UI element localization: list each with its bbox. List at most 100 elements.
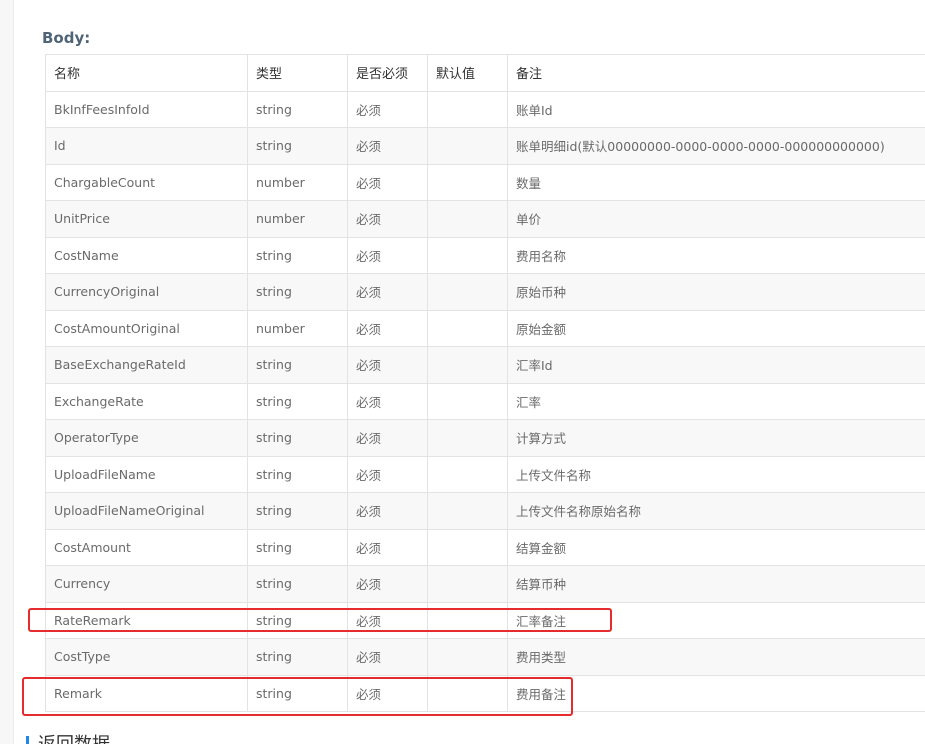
- cell-name: ExchangeRate: [45, 382, 248, 420]
- cell-type: string: [247, 236, 348, 274]
- response-section-title: 返回数据: [38, 734, 110, 744]
- cell-remark: 结算金额: [507, 528, 925, 566]
- cell-type: string: [247, 565, 348, 603]
- table-row: UnitPrice number 必须 单价: [45, 200, 925, 238]
- cell-required: 必须: [347, 528, 428, 566]
- cell-default: [427, 419, 508, 457]
- cell-type: number: [247, 163, 348, 201]
- table-row: UploadFileName string 必须 上传文件名称: [45, 455, 925, 493]
- cell-default: [427, 492, 508, 530]
- cell-name: CostType: [45, 638, 248, 676]
- table-row: CostType string 必须 费用类型: [45, 638, 925, 676]
- table-row: OperatorType string 必须 计算方式: [45, 419, 925, 457]
- cell-name: CostAmount: [45, 528, 248, 566]
- cell-remark: 原始金额: [507, 309, 925, 347]
- cell-remark: 费用备注: [507, 674, 925, 712]
- cell-default: [427, 163, 508, 201]
- header-remark: 备注: [507, 54, 925, 92]
- cell-remark: 数量: [507, 163, 925, 201]
- table-row: CostAmount string 必须 结算金额: [45, 528, 925, 566]
- cell-name: Currency: [45, 565, 248, 603]
- cell-default: [427, 601, 508, 639]
- cell-required: 必须: [347, 674, 428, 712]
- cell-name: BkInfFeesInfoId: [45, 90, 248, 128]
- cell-default: [427, 565, 508, 603]
- cell-type: string: [247, 382, 348, 420]
- cell-default: [427, 273, 508, 311]
- cell-required: 必须: [347, 601, 428, 639]
- cell-remark: 账单明细id(默认00000000-0000-0000-0000-0000000…: [507, 127, 925, 165]
- cell-remark: 费用名称: [507, 236, 925, 274]
- cell-required: 必须: [347, 346, 428, 384]
- table-row: UploadFileNameOriginal string 必须 上传文件名称原…: [45, 492, 925, 530]
- cell-remark: 费用类型: [507, 638, 925, 676]
- header-name: 名称: [45, 54, 248, 92]
- cell-default: [427, 455, 508, 493]
- cell-default: [427, 309, 508, 347]
- cell-type: string: [247, 90, 348, 128]
- cell-name: UnitPrice: [45, 200, 248, 238]
- cell-default: [427, 674, 508, 712]
- cell-remark: 计算方式: [507, 419, 925, 457]
- cell-type: string: [247, 638, 348, 676]
- cell-type: string: [247, 419, 348, 457]
- table-row: CostName string 必须 费用名称: [45, 236, 925, 274]
- cell-type: string: [247, 127, 348, 165]
- cell-default: [427, 528, 508, 566]
- cell-required: 必须: [347, 309, 428, 347]
- left-panel-edge: [0, 0, 14, 744]
- cell-name: BaseExchangeRateId: [45, 346, 248, 384]
- cell-default: [427, 200, 508, 238]
- cell-required: 必须: [347, 90, 428, 128]
- cell-required: 必须: [347, 455, 428, 493]
- cell-default: [427, 236, 508, 274]
- params-table: 名称 类型 是否必须 默认值 备注 BkInfFeesInfoId string…: [45, 54, 925, 712]
- cell-type: string: [247, 455, 348, 493]
- cell-required: 必须: [347, 236, 428, 274]
- cell-default: [427, 127, 508, 165]
- cell-name: CurrencyOriginal: [45, 273, 248, 311]
- cell-name: RateRemark: [45, 601, 248, 639]
- cell-type: string: [247, 346, 348, 384]
- cell-name: Remark: [45, 674, 248, 712]
- cell-type: number: [247, 309, 348, 347]
- cell-name: OperatorType: [45, 419, 248, 457]
- cell-remark: 汇率Id: [507, 346, 925, 384]
- table-row: Id string 必须 账单明细id(默认00000000-0000-0000…: [45, 127, 925, 165]
- table-row: CostAmountOriginal number 必须 原始金额: [45, 309, 925, 347]
- cell-remark: 原始币种: [507, 273, 925, 311]
- cell-name: ChargableCount: [45, 163, 248, 201]
- cell-default: [427, 638, 508, 676]
- header-default: 默认值: [427, 54, 508, 92]
- table-row: BkInfFeesInfoId string 必须 账单Id: [45, 90, 925, 128]
- cell-remark: 账单Id: [507, 90, 925, 128]
- cell-name: CostName: [45, 236, 248, 274]
- table-row: Remark string 必须 费用备注: [45, 674, 925, 712]
- cell-required: 必须: [347, 565, 428, 603]
- cell-remark: 汇率: [507, 382, 925, 420]
- cell-name: CostAmountOriginal: [45, 309, 248, 347]
- header-required: 是否必须: [347, 54, 428, 92]
- cell-remark: 结算币种: [507, 565, 925, 603]
- cell-type: string: [247, 528, 348, 566]
- cell-default: [427, 90, 508, 128]
- cell-type: number: [247, 200, 348, 238]
- cell-remark: 单价: [507, 200, 925, 238]
- cell-required: 必须: [347, 273, 428, 311]
- table-row: ExchangeRate string 必须 汇率: [45, 382, 925, 420]
- cell-required: 必须: [347, 382, 428, 420]
- page: Body: 名称 类型 是否必须 默认值 备注 BkInfFeesInfoId …: [0, 0, 925, 744]
- header-type: 类型: [247, 54, 348, 92]
- table-row: Currency string 必须 结算币种: [45, 565, 925, 603]
- cell-required: 必须: [347, 419, 428, 457]
- section-accent-bar: [26, 736, 29, 744]
- cell-required: 必须: [347, 492, 428, 530]
- cell-required: 必须: [347, 638, 428, 676]
- table-row: ChargableCount number 必须 数量: [45, 163, 925, 201]
- body-section-label: Body:: [42, 29, 91, 47]
- cell-remark: 汇率备注: [507, 601, 925, 639]
- cell-name: Id: [45, 127, 248, 165]
- cell-type: string: [247, 273, 348, 311]
- cell-required: 必须: [347, 200, 428, 238]
- table-header-row: 名称 类型 是否必须 默认值 备注: [45, 54, 925, 92]
